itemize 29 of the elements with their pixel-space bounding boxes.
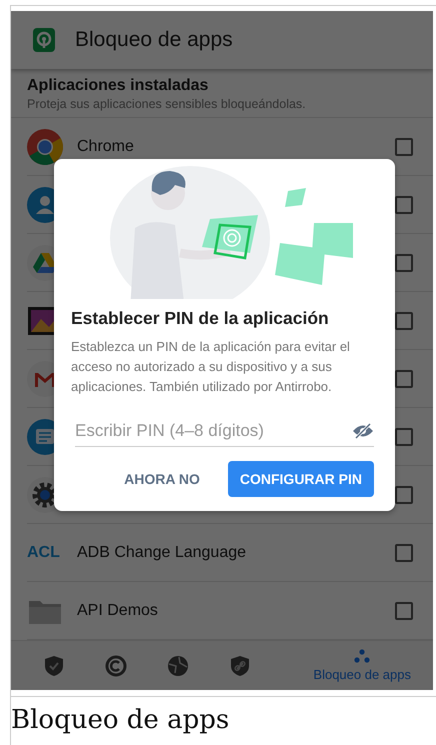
app-name: API Demos xyxy=(77,602,159,620)
shield-link-icon xyxy=(230,654,250,676)
dismiss-button[interactable]: AHORA NO xyxy=(112,461,212,497)
shield-check-icon xyxy=(44,654,64,676)
app-checkbox[interactable] xyxy=(395,428,413,446)
page-caption: Bloqueo de apps xyxy=(11,705,230,735)
app-checkbox[interactable] xyxy=(395,544,413,562)
app-name: ADB Change Language xyxy=(77,544,248,562)
app-checkbox[interactable] xyxy=(395,370,413,388)
dialog-message: Establezca un PIN de la aplicación para evitar el acceso no autorizado a su dispositivo y a sus aplicaciones. También utilizado por Antirrobo. xyxy=(71,338,351,396)
app-checkbox[interactable] xyxy=(395,138,413,156)
section-title: Aplicaciones instaladas xyxy=(27,77,210,95)
app-checkbox[interactable] xyxy=(395,254,413,272)
nav-tab[interactable]: Bloqueo de apps xyxy=(303,645,421,686)
app-checkbox[interactable] xyxy=(395,602,413,620)
section-subtitle: Proteja sus aplicaciones sensibles bloqueándolas. xyxy=(27,97,307,112)
three-dots-icon xyxy=(354,649,370,663)
app-name: Chrome xyxy=(77,138,135,156)
dialog-title: Establecer PIN de la aplicación xyxy=(71,307,330,329)
app-logo-text: ACL xyxy=(27,544,61,562)
app-checkbox[interactable] xyxy=(395,312,413,330)
eye-slash-icon xyxy=(352,423,374,439)
app-checkbox[interactable] xyxy=(395,196,413,214)
app-logo-icon xyxy=(33,28,55,52)
app-title: Bloqueo de apps xyxy=(75,28,233,52)
globe-icon xyxy=(167,654,189,676)
app-checkbox[interactable] xyxy=(395,486,413,504)
c-ring-icon xyxy=(105,654,127,676)
configure-pin-button[interactable]: CONFIGURAR PIN xyxy=(228,461,374,497)
